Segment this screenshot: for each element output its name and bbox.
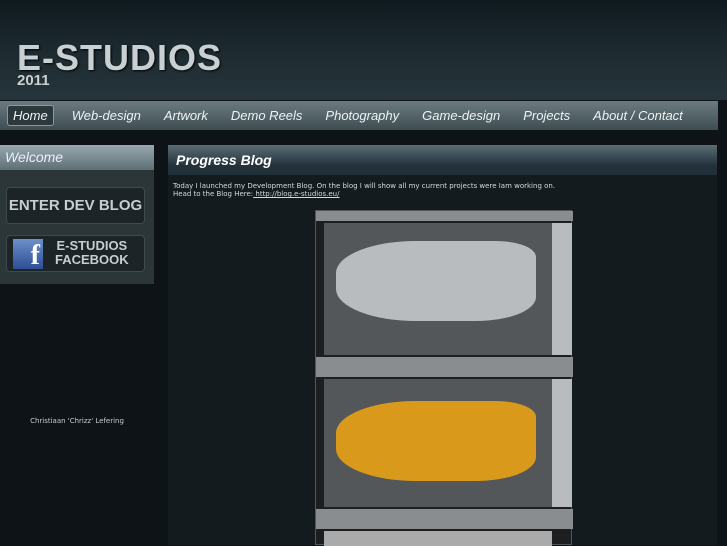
- enter-dev-blog-button[interactable]: ENTER DEV BLOG: [6, 187, 145, 224]
- blog-link[interactable]: http://blog.e-studios.eu/: [253, 190, 339, 198]
- main-content: Progress Blog Today I launched my Develo…: [168, 145, 717, 546]
- main-nav: Home Web-design Artwork Demo Reels Photo…: [0, 101, 718, 130]
- facebook-line1: E-STUDIOS: [56, 238, 128, 253]
- blog-text: Today I launched my Development Blog. On…: [173, 182, 556, 190]
- author-credit: Christiaan 'Chrizz' Lefering: [30, 417, 124, 425]
- logo-title: E-STUDIOS: [17, 37, 223, 78]
- nav-artwork[interactable]: Artwork: [159, 106, 213, 125]
- nav-demo-reels[interactable]: Demo Reels: [226, 106, 308, 125]
- sidebar: Welcome ENTER DEV BLOG f E-STUDIOS FACEBO…: [0, 145, 154, 425]
- blog-text-prefix: Head to the Blog Here:: [173, 190, 254, 198]
- project-screenshot[interactable]: [315, 210, 573, 546]
- nav-about-contact[interactable]: About / Contact: [588, 106, 688, 125]
- nav-projects[interactable]: Projects: [518, 106, 575, 125]
- nav-photography[interactable]: Photography: [320, 106, 404, 125]
- nav-home[interactable]: Home: [7, 105, 54, 126]
- facebook-icon: f: [13, 239, 43, 271]
- page-title: Progress Blog: [168, 145, 717, 175]
- nav-game-design[interactable]: Game-design: [417, 106, 505, 125]
- welcome-heading: Welcome: [0, 145, 154, 170]
- logo[interactable]: E-STUDIOS 2011: [17, 37, 223, 89]
- facebook-button[interactable]: f E-STUDIOS FACEBOOK: [6, 235, 145, 272]
- facebook-line2: FACEBOOK: [55, 252, 129, 267]
- header: E-STUDIOS 2011: [0, 0, 727, 100]
- nav-web-design[interactable]: Web-design: [67, 106, 146, 125]
